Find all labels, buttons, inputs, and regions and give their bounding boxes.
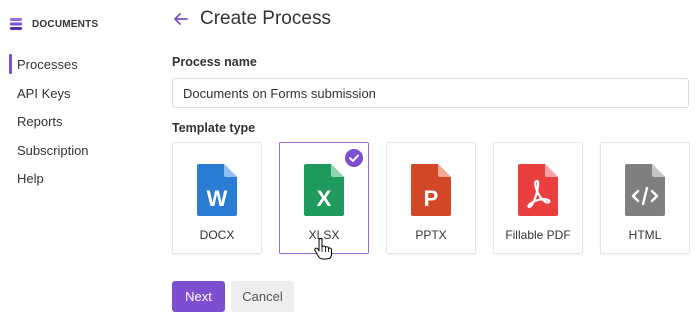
sidebar-item-subscription[interactable]: Subscription [0,140,150,169]
template-card-fillable-pdf[interactable]: Fillable PDF [493,142,583,254]
template-label: PPTX [415,228,447,242]
template-card-docx[interactable]: W DOCX [172,142,262,254]
brand-name: DOCUMENTS [32,18,99,30]
sidebar-item-help[interactable]: Help [0,168,150,197]
page-title: Create Process [200,8,331,29]
html-code-document-icon [625,164,665,216]
excel-document-icon: X [304,164,344,216]
word-document-icon: W [197,164,237,216]
template-label: XLSX [308,228,340,242]
svg-text:X: X [317,186,332,211]
template-label: DOCX [199,228,235,242]
template-card-html[interactable]: HTML [600,142,690,254]
template-label: HTML [628,228,662,242]
template-type-label: Template type [172,121,256,135]
arrow-left-icon[interactable] [172,10,190,28]
svg-text:P: P [424,186,439,211]
template-label: Fillable PDF [505,228,571,242]
brand[interactable]: DOCUMENTS [9,17,98,31]
sidebar-item-reports[interactable]: Reports [0,111,150,140]
template-type-options: W DOCX X XLSX P PPTX Fillable PDF HTML [172,142,692,254]
process-name-label: Process name [172,55,257,69]
template-card-xlsx[interactable]: X XLSX [279,142,369,254]
sidebar-item-processes[interactable]: Processes [0,54,150,83]
process-name-input[interactable] [172,78,689,108]
check-circle-icon [345,149,363,167]
powerpoint-document-icon: P [411,164,451,216]
sidebar-item-api-keys[interactable]: API Keys [0,83,150,112]
next-button[interactable]: Next [172,281,225,312]
documents-logo-icon [10,18,22,30]
svg-text:W: W [207,186,228,211]
template-card-pptx[interactable]: P PPTX [386,142,476,254]
sidebar-nav: Processes API Keys Reports Subscription … [0,54,150,197]
pdf-document-icon [518,164,558,216]
cancel-button[interactable]: Cancel [231,281,294,312]
sidebar: DOCUMENTS Processes API Keys Reports Sub… [0,0,150,327]
